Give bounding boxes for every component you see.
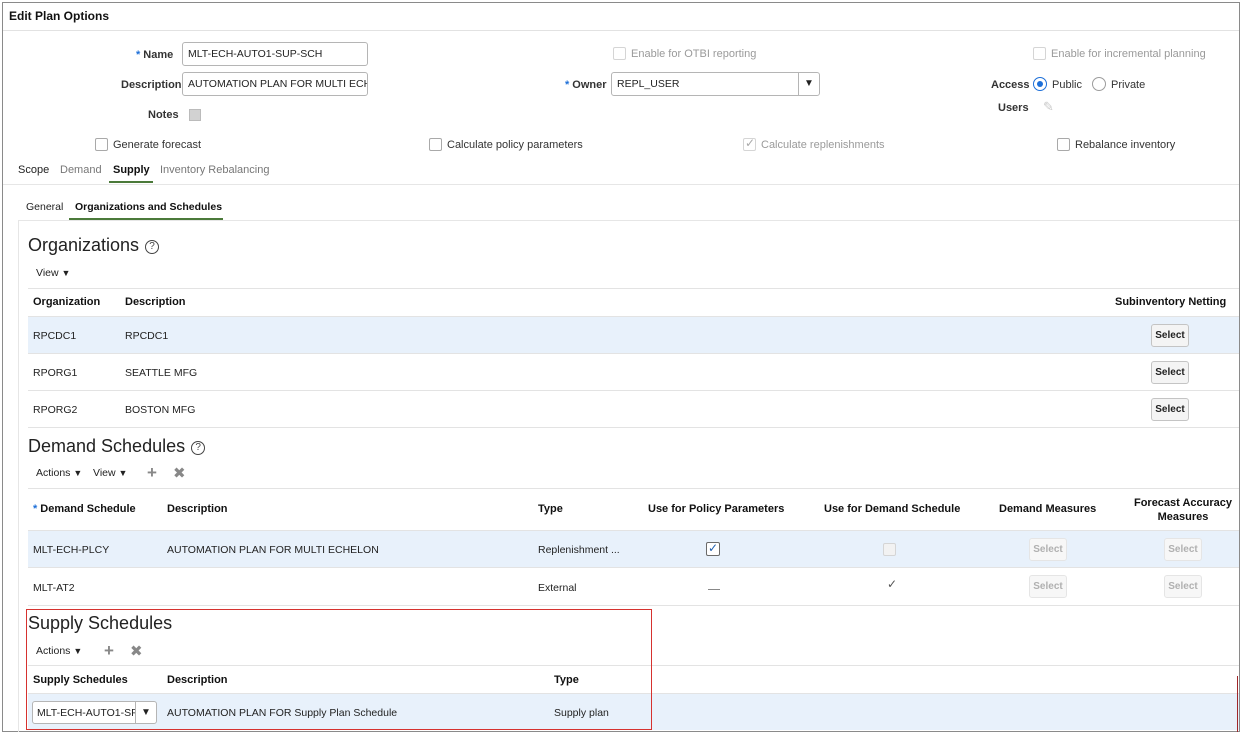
org-col-description: Description [125, 296, 186, 308]
demand-col-forecast-accuracy: Forecast Accuracy Measures [1133, 497, 1233, 523]
demand-measures-select-button: Select [1029, 575, 1067, 598]
org-desc-cell: RPCDC1 [125, 330, 169, 342]
access-public-label: Public [1052, 79, 1082, 91]
org-col-subinventory: Subinventory Netting [1115, 296, 1227, 308]
org-toolbar-divider [28, 288, 1239, 289]
row-divider [28, 605, 1239, 606]
highlight-box [26, 609, 652, 730]
calc-policy-label: Calculate policy parameters [447, 139, 583, 151]
table-row-selected[interactable] [28, 317, 1239, 353]
demand-schedule-cell: MLT-ECH-PLCY [33, 544, 110, 556]
add-icon[interactable]: + [147, 463, 157, 483]
notes-label: Notes [148, 109, 179, 121]
incremental-checkbox[interactable] [1033, 47, 1046, 60]
checkmark-icon: ✓ [707, 541, 719, 555]
demand-schedules-title: Demand Schedules? [28, 436, 206, 457]
org-cell: RPCDC1 [33, 330, 77, 342]
tab-inventory-rebalancing[interactable]: Inventory Rebalancing [160, 164, 269, 176]
demand-col-type: Type [538, 503, 563, 515]
generate-forecast-checkbox[interactable] [95, 138, 108, 151]
policy-checkbox-checked[interactable]: ✓ [706, 542, 720, 556]
forecast-measures-select-button: Select [1164, 538, 1202, 561]
description-label: Description [121, 79, 182, 91]
incremental-label: Enable for incremental planning [1051, 48, 1206, 60]
description-input[interactable]: AUTOMATION PLAN FOR MULTI ECHE [182, 72, 368, 96]
triangle-down-icon: ▼ [118, 468, 128, 478]
rebalance-checkbox[interactable] [1057, 138, 1070, 151]
demand-desc-cell: AUTOMATION PLAN FOR MULTI ECHELON [167, 544, 379, 556]
delete-icon[interactable]: ✖ [173, 464, 186, 482]
select-button[interactable]: Select [1151, 398, 1189, 421]
org-desc-cell: SEATTLE MFG [125, 367, 198, 379]
triangle-down-icon: ▼ [61, 268, 71, 278]
users-label: Users [998, 102, 1029, 114]
right-edge-mark [1237, 676, 1238, 732]
name-label: * Name [136, 49, 174, 61]
demand-type-cell: Replenishment ... [538, 544, 620, 556]
owner-label: * Owner [565, 79, 607, 91]
org-col-organization: Organization [33, 296, 101, 308]
triangle-down-icon: ▼ [804, 78, 814, 89]
row-divider [28, 567, 1239, 568]
demand-measures-select-button: Select [1029, 538, 1067, 561]
page-title: Edit Plan Options [9, 9, 110, 23]
row-divider [28, 390, 1239, 391]
demand-col-policy: Use for Policy Parameters [648, 503, 785, 515]
tabs-divider [3, 184, 1239, 185]
demand-col-measures: Demand Measures [999, 503, 1097, 515]
access-label: Access [991, 79, 1030, 91]
owner-input[interactable]: REPL_USER [611, 72, 799, 96]
subtab-orgs-schedules[interactable]: Organizations and Schedules [75, 201, 222, 213]
otbi-checkbox[interactable] [613, 47, 626, 60]
demand-toolbar-divider [28, 488, 1239, 489]
tab-scope[interactable]: Scope [18, 164, 49, 176]
content-left-border [18, 220, 19, 732]
help-icon[interactable]: ? [191, 441, 206, 455]
select-button[interactable]: Select [1151, 324, 1189, 347]
calc-policy-checkbox[interactable] [429, 138, 442, 151]
row-divider [28, 427, 1239, 428]
demand-col-description: Description [167, 503, 228, 515]
triangle-down-icon: ▼ [73, 468, 83, 478]
access-private-radio[interactable] [1092, 77, 1106, 91]
org-cell: RPORG2 [33, 404, 78, 416]
dash-icon [708, 589, 720, 590]
notes-icon[interactable] [189, 109, 201, 121]
required-icon: * [33, 503, 38, 515]
calc-replenishments-checkbox[interactable] [743, 136, 756, 151]
demand-col-use-demand: Use for Demand Schedule [824, 503, 961, 515]
demand-col-schedule: * Demand Schedule [33, 503, 136, 515]
help-icon[interactable]: ? [145, 240, 160, 254]
tab-supply-underline [109, 181, 153, 183]
access-private-label: Private [1111, 79, 1146, 91]
required-icon: * [136, 49, 141, 61]
org-cell: RPORG1 [33, 367, 78, 379]
demand-type-cell: External [538, 582, 577, 594]
rebalance-label: Rebalance inventory [1075, 139, 1176, 151]
org-desc-cell: BOSTON MFG [125, 404, 196, 416]
row-divider [28, 353, 1239, 354]
generate-forecast-label: Generate forecast [113, 139, 202, 151]
tab-supply[interactable]: Supply [113, 164, 150, 176]
use-demand-checkbox [883, 543, 896, 556]
demand-actions-menu[interactable]: Actions ▼ [36, 467, 82, 479]
name-input[interactable]: MLT-ECH-AUTO1-SUP-SCH [182, 42, 368, 66]
org-view-menu[interactable]: View ▼ [36, 267, 70, 279]
edit-pencil-icon[interactable]: ✎ [1043, 99, 1054, 115]
select-button[interactable]: Select [1151, 361, 1189, 384]
demand-view-menu[interactable]: View ▼ [93, 467, 127, 479]
organizations-title: Organizations? [28, 235, 160, 256]
subtab-general[interactable]: General [26, 201, 63, 213]
access-public-radio[interactable] [1033, 77, 1047, 91]
owner-dropdown-button[interactable]: ▼ [798, 72, 820, 96]
tab-demand[interactable]: Demand [60, 164, 102, 176]
forecast-measures-select-button: Select [1164, 575, 1202, 598]
header-divider [3, 30, 1239, 31]
demand-schedule-cell: MLT-AT2 [33, 582, 75, 594]
otbi-label: Enable for OTBI reporting [631, 48, 757, 60]
checkmark-icon: ✓ [887, 577, 898, 591]
calc-replenishments-label: Calculate replenishments [761, 139, 885, 151]
subtabs-divider [18, 220, 1239, 221]
required-icon: * [565, 79, 570, 91]
